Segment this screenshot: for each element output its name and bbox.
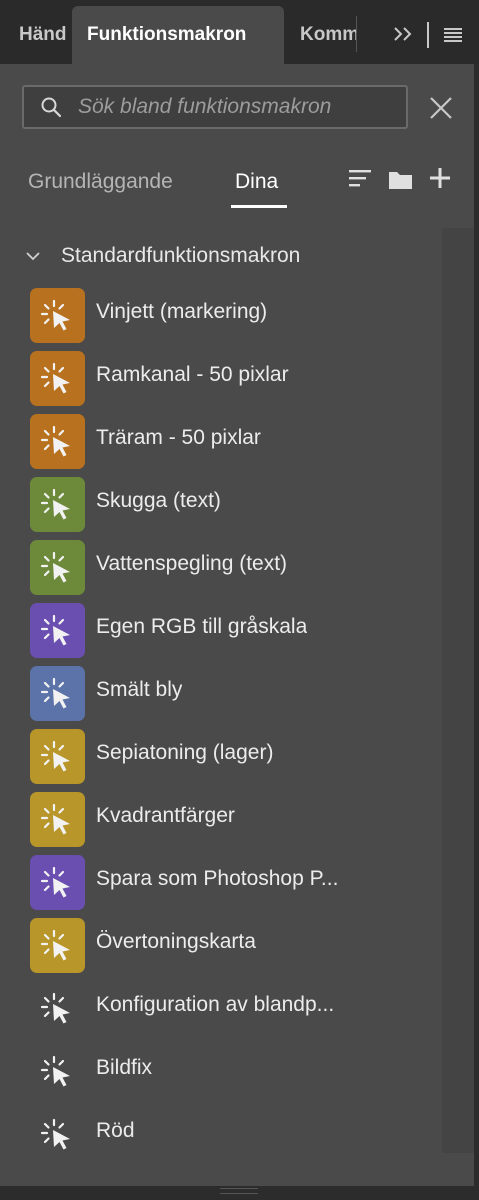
action-item[interactable]: Övertoningskarta <box>0 914 440 977</box>
action-item[interactable]: Konfiguration av blandp... <box>0 977 440 1040</box>
action-icon-tile <box>30 414 85 469</box>
macro-cursor-icon <box>40 488 70 519</box>
macro-cursor-icon <box>40 614 70 645</box>
macro-cursor-icon <box>40 425 70 456</box>
tab-history[interactable]: Händ <box>0 6 72 64</box>
double-chevron-right-icon <box>394 27 412 41</box>
sort-lines-icon <box>349 170 371 187</box>
macro-cursor-icon <box>40 992 70 1023</box>
search-input[interactable] <box>78 95 398 119</box>
macro-cursor-icon <box>40 929 70 960</box>
panel-menu-button[interactable] <box>440 22 466 48</box>
action-label: Bildfix <box>96 1056 153 1079</box>
action-item[interactable]: Sepiatoning (lager) <box>0 725 440 788</box>
action-item[interactable]: Ramkanal - 50 pixlar <box>0 347 440 410</box>
macro-cursor-icon <box>40 1055 70 1086</box>
active-tab-indicator <box>231 205 287 208</box>
actions-panel: Händ Funktionsmakron Komm Sök bland funk… <box>0 0 479 1200</box>
action-icon-tile <box>30 603 85 658</box>
action-item[interactable]: Egen RGB till gråskala <box>0 599 440 662</box>
action-label: Vinjett (markering) <box>96 300 268 323</box>
tab-overflow-button[interactable] <box>388 20 420 48</box>
action-icon-tile <box>30 1107 85 1162</box>
action-icon-tile <box>30 666 85 721</box>
action-item[interactable]: Skugga (text) <box>0 473 440 536</box>
clear-search-button[interactable] <box>427 94 455 122</box>
action-label: Sepiatoning (lager) <box>96 741 274 764</box>
plus-icon <box>430 168 450 188</box>
action-label: Övertoningskarta <box>96 930 256 953</box>
add-action-button[interactable] <box>426 164 454 192</box>
action-item[interactable]: Kvadrantfärger <box>0 788 440 851</box>
action-item[interactable]: Träram - 50 pixlar <box>0 410 440 473</box>
action-icon-tile <box>30 918 85 973</box>
action-item[interactable]: Smält bly <box>0 662 440 725</box>
action-icon-tile <box>30 981 85 1036</box>
tab-actions[interactable]: Funktionsmakron <box>72 6 284 64</box>
action-label: Spara som Photoshop P... <box>96 867 339 890</box>
search-box[interactable] <box>22 85 408 129</box>
folder-icon <box>389 172 412 189</box>
action-icon-tile <box>30 729 85 784</box>
resize-grip[interactable] <box>220 1188 258 1194</box>
action-label: Röd <box>96 1119 135 1142</box>
action-label: Egen RGB till gråskala <box>96 615 308 638</box>
chevron-down-icon <box>26 252 40 261</box>
action-label: Smält bly <box>96 678 183 701</box>
tab-label: Funktionsmakron <box>87 24 247 45</box>
action-icon-tile <box>30 477 85 532</box>
action-icon-tile <box>30 855 85 910</box>
search-icon <box>41 97 62 118</box>
tab-basic[interactable]: Grundläggande <box>28 170 173 194</box>
panel-right-edge <box>474 64 479 1200</box>
scrollbar-track[interactable] <box>442 228 474 1153</box>
action-label: Skugga (text) <box>96 489 221 512</box>
macro-cursor-icon <box>40 551 70 582</box>
close-icon <box>430 97 452 119</box>
macro-cursor-icon <box>40 677 70 708</box>
action-item[interactable]: Spara som Photoshop P... <box>0 851 440 914</box>
action-label: Ramkanal - 50 pixlar <box>96 363 289 386</box>
action-icon-tile <box>30 288 85 343</box>
macro-cursor-icon <box>40 1118 70 1149</box>
action-label: Träram - 50 pixlar <box>96 426 261 449</box>
macro-cursor-icon <box>40 740 70 771</box>
panel-tab-bar: Händ Funktionsmakron Komm <box>0 0 479 64</box>
tab-yours[interactable]: Dina <box>235 170 278 194</box>
tab-label: Händ <box>19 24 67 45</box>
action-icon-tile <box>30 792 85 847</box>
action-set-header[interactable]: Standardfunktionsmakron <box>24 240 300 272</box>
toolbar-divider <box>427 22 429 48</box>
action-label: Kvadrantfärger <box>96 804 235 827</box>
action-item[interactable]: Vinjett (markering) <box>0 284 440 347</box>
action-icon-tile <box>30 351 85 406</box>
tab-comments[interactable]: Komm <box>286 6 356 64</box>
tab-label: Komm <box>300 24 356 45</box>
hamburger-menu-icon <box>444 28 462 42</box>
macro-cursor-icon <box>40 299 70 330</box>
macro-cursor-icon <box>40 362 70 393</box>
macro-cursor-icon <box>40 866 70 897</box>
action-set-label: Standardfunktionsmakron <box>61 244 301 267</box>
new-folder-button[interactable] <box>387 166 415 194</box>
action-label: Vattenspegling (text) <box>96 552 288 575</box>
sort-button[interactable] <box>347 166 375 194</box>
tab-divider <box>356 16 357 52</box>
action-icon-tile <box>30 1044 85 1099</box>
action-label: Konfiguration av blandp... <box>96 993 335 1016</box>
action-item[interactable]: Bildfix <box>0 1040 440 1103</box>
action-item[interactable]: Röd <box>0 1103 440 1166</box>
macro-cursor-icon <box>40 803 70 834</box>
action-item[interactable]: Vattenspegling (text) <box>0 536 440 599</box>
action-list: Vinjett (markering) Ramkanal - 50 pixlar T… <box>0 284 440 1166</box>
action-icon-tile <box>30 540 85 595</box>
